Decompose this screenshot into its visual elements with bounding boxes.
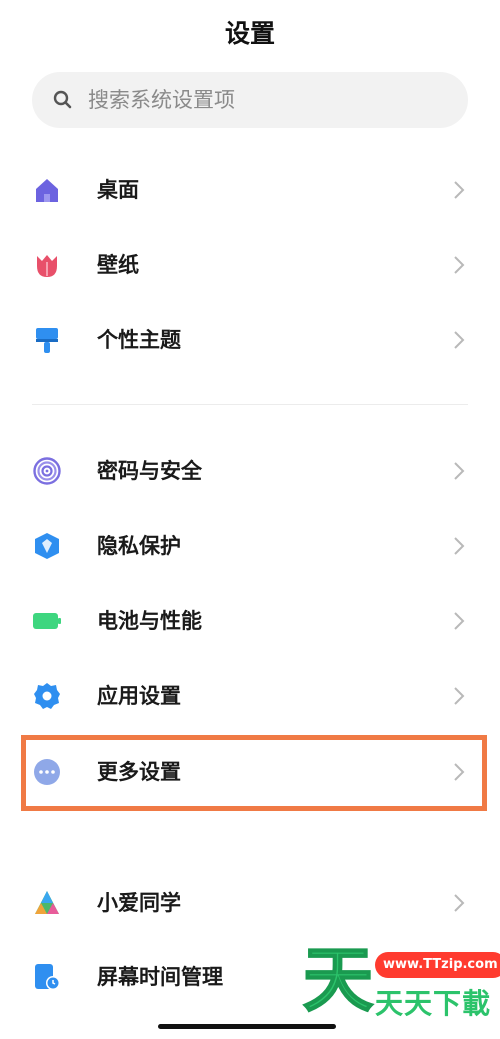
battery-icon (33, 613, 61, 629)
chevron-right-icon (454, 256, 465, 274)
privacy-shield-icon (35, 533, 59, 559)
settings-item-wallpaper[interactable]: 壁纸 (0, 234, 500, 296)
settings-item-label: 小爱同学 (97, 891, 181, 915)
settings-item-label: 桌面 (97, 178, 139, 202)
chevron-right-icon (454, 612, 465, 630)
settings-item-desktop[interactable]: 桌面 (0, 159, 500, 221)
gear-icon (34, 683, 60, 709)
more-dots-icon (34, 759, 60, 785)
chevron-right-icon (454, 462, 465, 480)
chevron-right-icon (454, 763, 465, 781)
screen-time-icon (35, 964, 60, 990)
fingerprint-icon (33, 457, 61, 485)
settings-item-themes[interactable]: 个性主题 (0, 309, 500, 371)
settings-item-battery-performance[interactable]: 电池与性能 (0, 590, 500, 652)
settings-item-xiaoai[interactable]: 小爱同学 (0, 872, 500, 934)
settings-item-more-settings[interactable]: 更多设置 (0, 741, 500, 803)
settings-item-label: 应用设置 (97, 684, 181, 708)
settings-item-privacy[interactable]: 隐私保护 (0, 515, 500, 577)
section-divider (32, 404, 468, 405)
chevron-right-icon (454, 331, 465, 349)
watermark-logo: 天 www.TTzip.com 天天下載 (302, 939, 500, 1021)
home-indicator[interactable] (158, 1024, 336, 1029)
settings-item-label: 屏幕时间管理 (97, 965, 223, 989)
watermark-big-char: 天 (302, 939, 374, 1021)
settings-item-password-security[interactable]: 密码与安全 (0, 440, 500, 502)
chevron-right-icon (454, 181, 465, 199)
watermark-text: 天天下載 (375, 987, 492, 1020)
settings-item-label: 壁纸 (97, 253, 139, 277)
settings-item-label: 个性主题 (97, 328, 181, 352)
chevron-right-icon (454, 537, 465, 555)
watermark-url: www.TTzip.com (375, 952, 500, 978)
settings-item-label: 密码与安全 (97, 459, 202, 483)
chevron-right-icon (454, 894, 465, 912)
settings-item-label: 隐私保护 (97, 534, 181, 558)
settings-item-label: 电池与性能 (97, 609, 202, 633)
tulip-icon (37, 255, 57, 277)
search-icon (53, 90, 72, 109)
settings-item-label: 更多设置 (97, 760, 181, 784)
paint-brush-icon (36, 328, 58, 353)
page-title: 设置 (224, 19, 275, 48)
xiaoai-icon (35, 891, 59, 914)
search-input[interactable] (88, 88, 418, 112)
home-icon (36, 179, 58, 202)
search-bar[interactable] (32, 72, 468, 128)
settings-item-app-settings[interactable]: 应用设置 (0, 665, 500, 727)
chevron-right-icon (454, 687, 465, 705)
